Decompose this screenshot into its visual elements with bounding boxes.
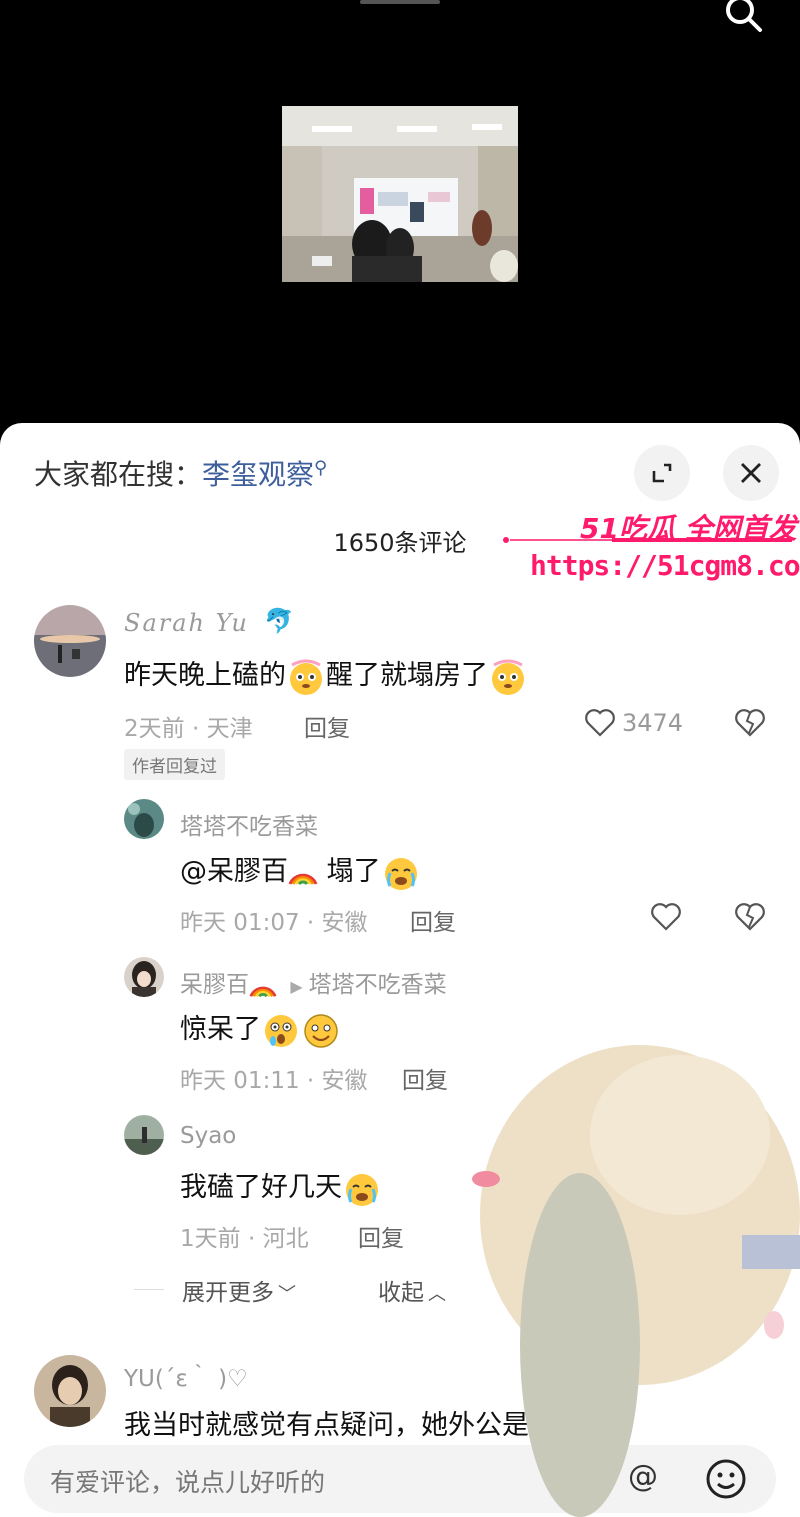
reply-text-rest: 塌了 <box>318 856 381 887</box>
shocked-emoji-icon <box>265 1014 297 1047</box>
comment-input[interactable]: 有爱评论，说点儿好听的 <box>50 1463 325 1499</box>
top-handle <box>360 0 440 4</box>
reply-button[interactable]: 回复 <box>410 903 456 937</box>
expand-more-label: 展开更多 <box>182 1280 274 1306</box>
chevron-down-icon: ﹀ <box>278 1284 296 1305</box>
avatar[interactable] <box>34 1355 106 1427</box>
crying-emoji-icon <box>346 1173 378 1206</box>
avatar[interactable] <box>124 799 164 839</box>
hot-search-prefix: 大家都在搜： <box>34 458 203 491</box>
collapse-label: 收起 <box>378 1280 424 1306</box>
collapse-button[interactable]: 收起 ︿ <box>378 1273 446 1307</box>
reply-meta: 昨天 01:11 · 安徽 <box>180 1068 368 1094</box>
watermark-url: https://51cgm8.com <box>530 549 800 582</box>
crying-emoji-icon <box>384 857 417 890</box>
search-icon[interactable] <box>718 0 768 36</box>
reply-username[interactable]: 塔塔不吃香菜 <box>180 807 318 841</box>
reply-text: 惊呆了 <box>180 1007 341 1051</box>
expand-icon <box>652 463 672 483</box>
expand-button[interactable] <box>634 445 690 501</box>
like-count: 3474 <box>622 709 684 737</box>
reply-text-content: 我磕了好几天 <box>180 1172 342 1203</box>
expand-more-button[interactable]: 展开更多 ﹀ <box>182 1273 296 1307</box>
hot-search-keyword[interactable]: 李玺观察 <box>202 458 314 491</box>
comment-username[interactable]: Sarah Yu <box>124 609 249 637</box>
reply-button[interactable]: 回复 <box>358 1219 404 1253</box>
avatar[interactable] <box>34 605 106 677</box>
heart-icon[interactable] <box>584 707 616 737</box>
small-search-icon: ⚲ <box>314 457 328 479</box>
woozy-emoji-icon <box>492 659 524 695</box>
dolphin-icon: 🐬 <box>264 607 294 635</box>
watermark-title: 51吃瓜 全网首发 <box>580 512 797 545</box>
close-icon <box>741 463 761 483</box>
chevron-up-icon: ︿ <box>428 1284 446 1305</box>
video-thumbnail[interactable] <box>282 106 518 282</box>
dislike-icon[interactable] <box>734 707 766 737</box>
rainbow-icon <box>288 873 318 885</box>
reply-username: 呆膠百 ▶ 塔塔不吃香菜 <box>180 965 447 1000</box>
woozy-emoji-icon <box>290 659 322 695</box>
avatar[interactable] <box>124 1115 164 1155</box>
reply-meta: 1天前 · 河北 <box>180 1226 309 1252</box>
close-button[interactable] <box>723 445 779 501</box>
comment-username[interactable]: YU(´ε｀ )♡ <box>124 1359 248 1393</box>
video-area <box>0 0 800 440</box>
sticker-overlay <box>472 1045 800 1517</box>
watermark: 51吃瓜 全网首发 https://51cgm8.com <box>500 505 800 589</box>
reply-username[interactable]: Syao <box>180 1123 236 1149</box>
reply-username-text[interactable]: 呆膠百 <box>180 972 249 998</box>
reply-text: 我磕了好几天 <box>180 1165 382 1209</box>
rainbow-icon <box>249 986 277 997</box>
heart-icon[interactable] <box>650 901 682 931</box>
divider <box>134 1289 164 1290</box>
reply-to-username[interactable]: 塔塔不吃香菜 <box>309 972 447 998</box>
reply-text: @呆膠百 塌了 <box>180 849 421 893</box>
comment-text-part: 昨天晚上磕的 <box>124 660 286 691</box>
mention[interactable]: @呆膠百 <box>180 856 288 887</box>
happy-emoji-icon <box>304 1013 338 1048</box>
comment-meta: 2天前 · 天津 <box>124 716 253 742</box>
comment-text: 昨天晚上磕的 醒了就塌房了 <box>124 653 528 697</box>
reply-button[interactable]: 回复 <box>402 1061 448 1095</box>
reply-meta: 昨天 01:07 · 安徽 <box>180 910 368 936</box>
reply-text-content: 惊呆了 <box>180 1014 261 1045</box>
dislike-icon[interactable] <box>734 901 766 931</box>
hot-search-bar[interactable]: 大家都在搜：李玺观察⚲ <box>34 453 327 493</box>
comment-text-part: 醒了就塌房了 <box>326 660 488 691</box>
author-replied-badge: 作者回复过 <box>124 749 225 780</box>
avatar[interactable] <box>124 957 164 997</box>
reply-arrow-icon: ▶ <box>290 977 303 996</box>
reply-button[interactable]: 回复 <box>304 709 350 743</box>
